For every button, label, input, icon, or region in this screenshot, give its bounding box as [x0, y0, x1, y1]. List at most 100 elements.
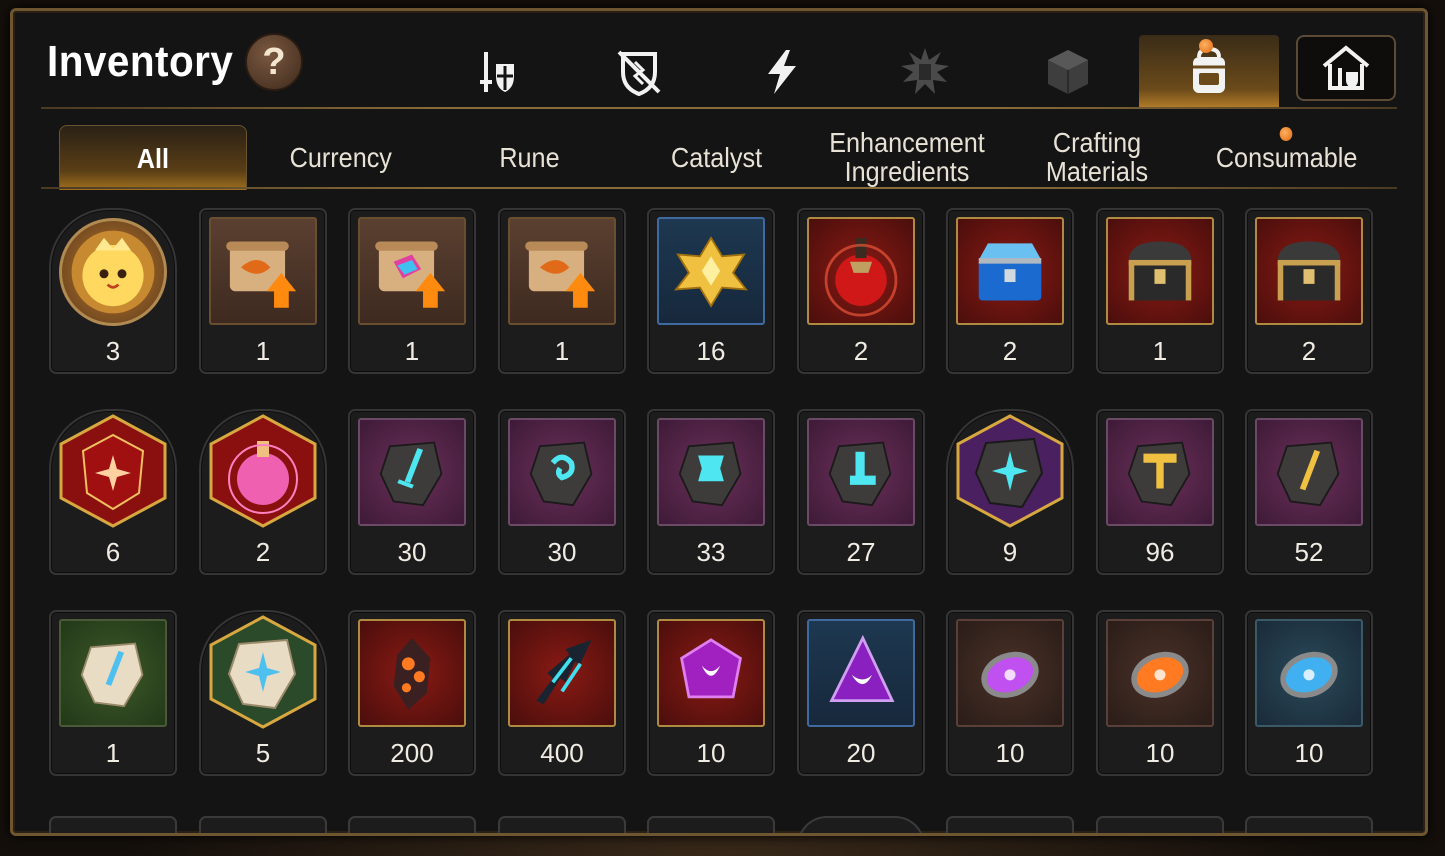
- item-slot[interactable]: 6: [49, 409, 177, 575]
- tab-storage[interactable]: [1296, 35, 1396, 101]
- tab-broken-gear[interactable]: [596, 37, 682, 107]
- tab-currency[interactable]: Currency: [253, 125, 429, 189]
- tab-label: Currency: [289, 141, 393, 173]
- cube-icon: [1048, 50, 1088, 94]
- item-slot[interactable]: 10: [1096, 610, 1224, 776]
- help-button[interactable]: ?: [245, 33, 303, 91]
- item-count: 30: [397, 537, 427, 567]
- item-slot[interactable]: 16: [647, 208, 775, 374]
- item-slot[interactable]: 9: [946, 409, 1074, 575]
- item-slot[interactable]: 1: [498, 208, 626, 374]
- item-count: 200: [390, 738, 434, 768]
- panel-corner: [13, 819, 27, 833]
- tab-rune[interactable]: Rune: [441, 125, 617, 189]
- item-slot[interactable]: 10: [1245, 610, 1373, 776]
- tab-skills[interactable]: [739, 37, 825, 107]
- tab-enhancement-ingredients[interactable]: Enhancement Ingredients: [811, 125, 1003, 189]
- item-slot[interactable]: [348, 816, 476, 833]
- item-slot[interactable]: 1: [348, 208, 476, 374]
- item-count: 20: [846, 738, 876, 768]
- item-count: 2: [1002, 336, 1018, 366]
- item-slot[interactable]: 20: [797, 610, 925, 776]
- item-slot[interactable]: 2: [797, 208, 925, 374]
- item-slot[interactable]: 10: [647, 610, 775, 776]
- tab-label: Crafting Materials: [1045, 127, 1149, 187]
- backpack-icon: [1193, 46, 1225, 93]
- item-slot[interactable]: 400: [498, 610, 626, 776]
- item-slot[interactable]: 30: [348, 409, 476, 575]
- item-slot[interactable]: 2: [946, 208, 1074, 374]
- tab-cube[interactable]: [1025, 37, 1111, 107]
- dark-treasure-chest-icon: [1255, 217, 1363, 325]
- item-count: 30: [547, 537, 577, 567]
- tab-consumable[interactable]: Consumable: [1193, 125, 1381, 189]
- header-divider: [41, 107, 1397, 109]
- panel-corner: [13, 11, 27, 25]
- item-slot[interactable]: 5: [199, 610, 327, 776]
- item-count: 96: [1145, 537, 1175, 567]
- star-pale-stone-icon: [207, 615, 319, 729]
- item-count: 27: [846, 537, 876, 567]
- item-count: 10: [696, 738, 726, 768]
- item-slot[interactable]: [797, 816, 925, 833]
- item-count: 1: [1152, 336, 1168, 366]
- panel-corner: [1411, 11, 1425, 25]
- tab-label: Enhancement Ingredients: [829, 127, 985, 187]
- item-count: 10: [995, 738, 1025, 768]
- inventory-panel: Inventory ? All Currency Rune Catalyst E…: [10, 8, 1428, 836]
- item-slot[interactable]: 27: [797, 409, 925, 575]
- star-rune-stone-icon: [954, 414, 1066, 528]
- item-slot[interactable]: 1: [49, 610, 177, 776]
- tab-label: Catalyst: [671, 141, 763, 173]
- page-title: Inventory: [47, 37, 234, 86]
- item-slot[interactable]: 2: [199, 409, 327, 575]
- item-count: 10: [1294, 738, 1324, 768]
- tab-equipment[interactable]: [453, 37, 539, 107]
- gold-crystal-cluster-icon: [657, 217, 765, 325]
- orange-scroll-upgrade-icon: [508, 217, 616, 325]
- item-slot[interactable]: [49, 816, 177, 833]
- slash-rune-stone-icon: [1255, 418, 1363, 526]
- tab-emblem[interactable]: [882, 37, 968, 107]
- item-slot[interactable]: 2: [1245, 208, 1373, 374]
- tab-label: Consumable: [1216, 141, 1358, 173]
- item-count: 9: [1002, 537, 1018, 567]
- tab-inventory[interactable]: [1139, 35, 1279, 107]
- item-slot[interactable]: 96: [1096, 409, 1224, 575]
- sword-rune-stone-icon: [358, 418, 466, 526]
- item-count: 33: [696, 537, 726, 567]
- item-count: 400: [540, 738, 584, 768]
- item-slot[interactable]: [946, 816, 1074, 833]
- tab-label: Rune: [498, 141, 560, 173]
- item-slot[interactable]: 1: [199, 208, 327, 374]
- item-slot[interactable]: [647, 816, 775, 833]
- tab-catalyst[interactable]: Catalyst: [629, 125, 805, 189]
- panel-corner: [1411, 819, 1425, 833]
- item-slot[interactable]: [1245, 816, 1373, 833]
- storage-house-icon: [1322, 45, 1370, 90]
- item-slot[interactable]: 52: [1245, 409, 1373, 575]
- item-count: 2: [1301, 336, 1317, 366]
- item-slot[interactable]: [498, 816, 626, 833]
- item-slot[interactable]: 10: [946, 610, 1074, 776]
- item-slot[interactable]: 200: [348, 610, 476, 776]
- item-count: 1: [404, 336, 420, 366]
- item-slot[interactable]: 33: [647, 409, 775, 575]
- item-slot[interactable]: 30: [498, 409, 626, 575]
- item-slot[interactable]: 1: [1096, 208, 1224, 374]
- blue-treasure-chest-icon: [956, 217, 1064, 325]
- item-count: 1: [255, 336, 271, 366]
- violet-moon-gem-icon: [657, 619, 765, 727]
- item-slot[interactable]: [1096, 816, 1224, 833]
- tab-all[interactable]: All: [59, 125, 247, 190]
- tab-crafting-materials[interactable]: Crafting Materials: [1009, 125, 1185, 189]
- armor-rune-stone-icon: [657, 418, 765, 526]
- tabs-divider: [41, 187, 1397, 189]
- pink-potion-rune-icon: [207, 414, 319, 528]
- orange-flame-orb-icon: [1106, 619, 1214, 727]
- item-slot[interactable]: [199, 816, 327, 833]
- item-count: 5: [255, 738, 271, 768]
- item-count: 2: [255, 537, 271, 567]
- red-star-rune-icon: [57, 414, 169, 528]
- item-slot[interactable]: 3: [49, 208, 177, 374]
